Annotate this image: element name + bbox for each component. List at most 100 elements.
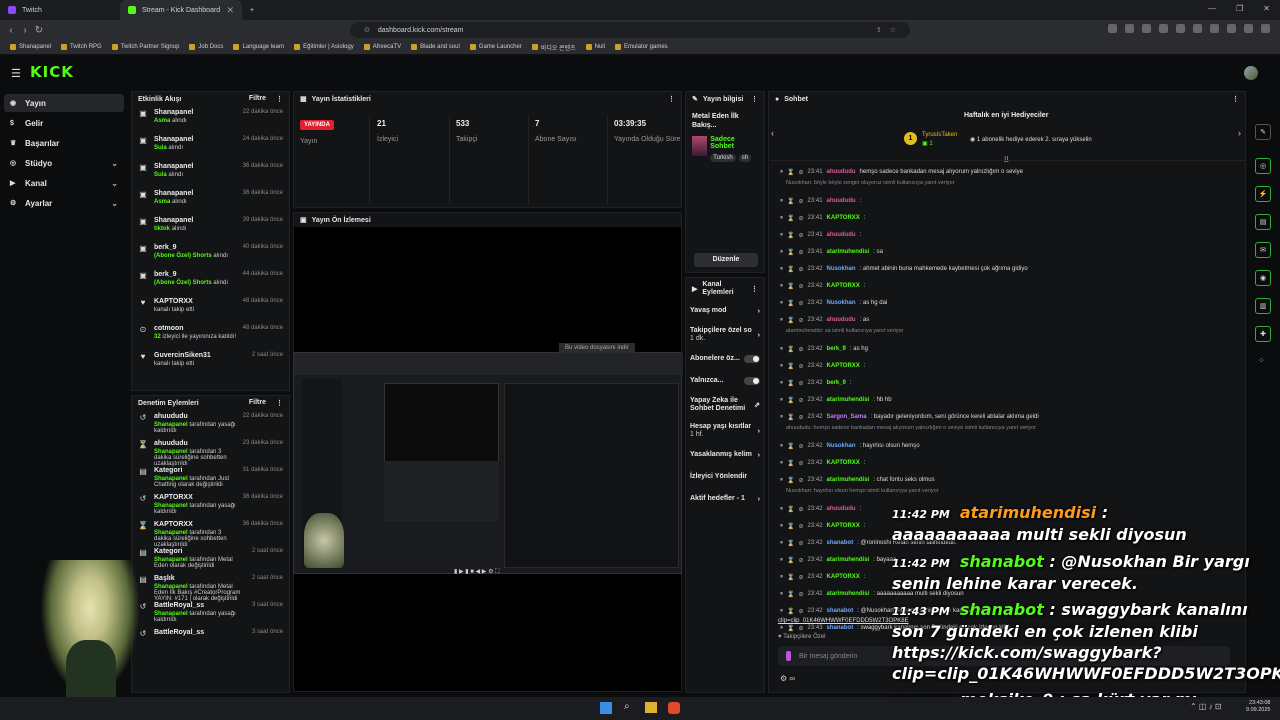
user-avatar[interactable] xyxy=(1244,66,1258,80)
bolt-icon[interactable]: ⚡ xyxy=(1255,186,1271,202)
chevron-right-icon[interactable]: › xyxy=(758,428,760,435)
pen-icon[interactable]: ✎ xyxy=(1255,124,1271,140)
ban-icon[interactable]: ⊘ xyxy=(799,380,804,387)
channel-action-item[interactable]: Aktif hedefler - 1 › xyxy=(686,488,764,510)
channel-action-item[interactable]: Yapay Zeka ile Sohbet Denetimi ⇗ xyxy=(686,392,764,418)
ban-icon[interactable]: ⊘ xyxy=(799,363,804,370)
message-user[interactable]: atarimuhendisi xyxy=(827,557,870,563)
message-user[interactable]: shanabot xyxy=(827,608,854,614)
channel-action-item[interactable]: İzleyici Yönlendir xyxy=(686,466,764,488)
timeout-icon[interactable]: ⌛ xyxy=(787,346,794,353)
message-user[interactable]: ahuududu xyxy=(827,232,856,238)
pin-icon[interactable]: ⏸ xyxy=(780,169,783,176)
url-bar[interactable]: ⊙ dashboard.kick.com/stream ⇪ ☆ xyxy=(350,22,910,38)
timeout-icon[interactable]: ⌛ xyxy=(787,477,794,484)
ban-icon[interactable]: ⊘ xyxy=(799,232,804,239)
timeout-icon[interactable]: ⌛ xyxy=(787,266,794,273)
pin-icon[interactable]: ⏸ xyxy=(780,363,783,370)
pin-icon[interactable]: ⏸ xyxy=(780,232,783,239)
item-user[interactable]: Shanapanel xyxy=(154,217,237,224)
download-icon[interactable] xyxy=(1227,24,1236,33)
pin-icon[interactable]: ⏸ xyxy=(780,346,783,353)
bookmark-star-icon[interactable]: ☆ xyxy=(890,26,896,34)
brave-browser-icon[interactable] xyxy=(668,702,680,714)
pin-icon[interactable]: ⏸ xyxy=(780,283,783,290)
channel-action-item[interactable]: Takipçilere özel so 1 dk. › xyxy=(686,322,764,348)
timeout-icon[interactable]: ⌛ xyxy=(787,460,794,467)
message-user[interactable]: KAPTORXX xyxy=(827,363,860,369)
ban-icon[interactable]: ⊘ xyxy=(799,397,804,404)
toggle-switch[interactable] xyxy=(744,377,760,385)
ban-icon[interactable]: ⊘ xyxy=(799,625,804,632)
bookmark-item[interactable]: Blade and soul xyxy=(411,44,460,50)
message-user[interactable]: atarimuhendisi xyxy=(827,591,870,597)
pin-icon[interactable]: ⏸ xyxy=(780,460,783,467)
channel-action-item[interactable]: Abonelere öz... xyxy=(686,348,764,370)
message-user[interactable]: Nusokhan xyxy=(827,266,856,272)
menu-icon[interactable] xyxy=(1261,24,1270,33)
message-user[interactable]: atarimuhendisi xyxy=(827,477,870,483)
sidebar-item-kanal[interactable]: ▶ Kanal ⌄ xyxy=(4,174,124,192)
minimize-icon[interactable]: — xyxy=(1208,4,1216,13)
timeout-icon[interactable]: ⌛ xyxy=(787,232,794,239)
edit-info-button[interactable]: Düzenle xyxy=(694,253,758,267)
more-options-icon[interactable]: ⋮ xyxy=(1232,95,1239,103)
ban-icon[interactable]: ⊘ xyxy=(799,477,804,484)
ban-icon[interactable]: ⊘ xyxy=(799,608,804,615)
site-info-icon[interactable]: ⊙ xyxy=(364,26,370,34)
chevron-down-icon[interactable]: ⌄ xyxy=(111,199,118,208)
extension-icon[interactable] xyxy=(1176,24,1185,33)
message-user[interactable]: KAPTORXX xyxy=(827,460,860,466)
ban-icon[interactable]: ⊘ xyxy=(799,591,804,598)
forward-icon[interactable]: › xyxy=(18,25,32,36)
item-user[interactable]: BattleRoyal_ss xyxy=(154,602,246,609)
video-controls[interactable]: ▮ ▶ ▮ ■ ◀ ▶ ⚙ ⛶ xyxy=(454,568,499,576)
more-options-icon[interactable]: ⋮ xyxy=(751,95,758,103)
chat-clip-link[interactable]: clip=clip_01K46WHWWF0EFDDD5W2T3OPK8E xyxy=(778,618,909,624)
message-user[interactable]: Sargon_Sama xyxy=(827,414,867,420)
tab-kick-dashboard[interactable]: Stream - Kick Dashboard ✕ xyxy=(120,0,242,20)
maximize-icon[interactable]: ❐ xyxy=(1236,4,1243,13)
item-user[interactable]: KAPTORXX xyxy=(154,521,237,528)
timeout-icon[interactable]: ⌛ xyxy=(787,506,794,513)
extension-icon[interactable] xyxy=(1193,24,1202,33)
more-apps-icon[interactable]: ⁘ xyxy=(1258,356,1265,365)
sidebar-item-gelir[interactable]: $ Gelir xyxy=(4,114,124,132)
item-user[interactable]: cotmoon xyxy=(154,325,237,332)
ban-icon[interactable]: ⊘ xyxy=(799,414,804,421)
bookmark-item[interactable]: Eğitimler | Asiology xyxy=(294,44,354,50)
item-user[interactable]: Shanapanel xyxy=(154,109,237,116)
timeout-icon[interactable]: ⌛ xyxy=(787,574,794,581)
chevron-right-icon[interactable]: › xyxy=(758,308,760,315)
item-user[interactable]: Shanapanel xyxy=(154,190,237,197)
message-user[interactable]: berk_9 xyxy=(827,380,846,386)
doc-icon[interactable]: ▤ xyxy=(1255,214,1271,230)
item-user[interactable]: KAPTORXX xyxy=(154,298,237,305)
ban-icon[interactable]: ⊘ xyxy=(799,317,804,324)
tools-icon[interactable]: ✚ xyxy=(1255,326,1271,342)
item-user[interactable]: Shanapanel xyxy=(154,163,237,170)
timeout-icon[interactable]: ⌛ xyxy=(787,557,794,564)
pin-icon[interactable]: ⏸ xyxy=(780,397,783,404)
message-user[interactable]: shanabot xyxy=(827,625,854,631)
bookmark-item[interactable]: Twitch Partner Signup xyxy=(111,44,179,50)
stream-preview-video[interactable]: Bu video dosyasını indir ▮ ▶ ▮ ■ ◀ ▶ ⚙ ⛶ xyxy=(293,343,683,576)
item-user[interactable]: Kategori xyxy=(154,548,246,555)
search-icon[interactable]: ⌕ xyxy=(624,701,630,712)
bookmark-item[interactable]: Game Launcher xyxy=(469,44,522,50)
pin-icon[interactable]: ⏸ xyxy=(780,477,783,484)
item-user[interactable]: ahuududu xyxy=(154,440,237,447)
external-link-icon[interactable]: ⇗ xyxy=(754,401,760,409)
more-options-icon[interactable]: ⋮ xyxy=(668,95,675,103)
pin-icon[interactable]: ⏸ xyxy=(780,557,783,564)
pin-icon[interactable]: ⏸ xyxy=(780,380,783,387)
extension-icon[interactable] xyxy=(1142,24,1151,33)
chevron-right-icon[interactable]: › xyxy=(758,496,760,503)
message-user[interactable]: KAPTORXX xyxy=(827,215,860,221)
message-user[interactable]: atarimuhendisi xyxy=(827,249,870,255)
windows-start-icon[interactable] xyxy=(600,702,612,714)
ban-icon[interactable]: ⊘ xyxy=(799,506,804,513)
more-options-icon[interactable]: ⋮ xyxy=(276,95,283,103)
ban-icon[interactable]: ⊘ xyxy=(799,266,804,273)
system-tray-icons[interactable]: ⌃ ◫ ♪ ⊡ xyxy=(1190,702,1222,711)
